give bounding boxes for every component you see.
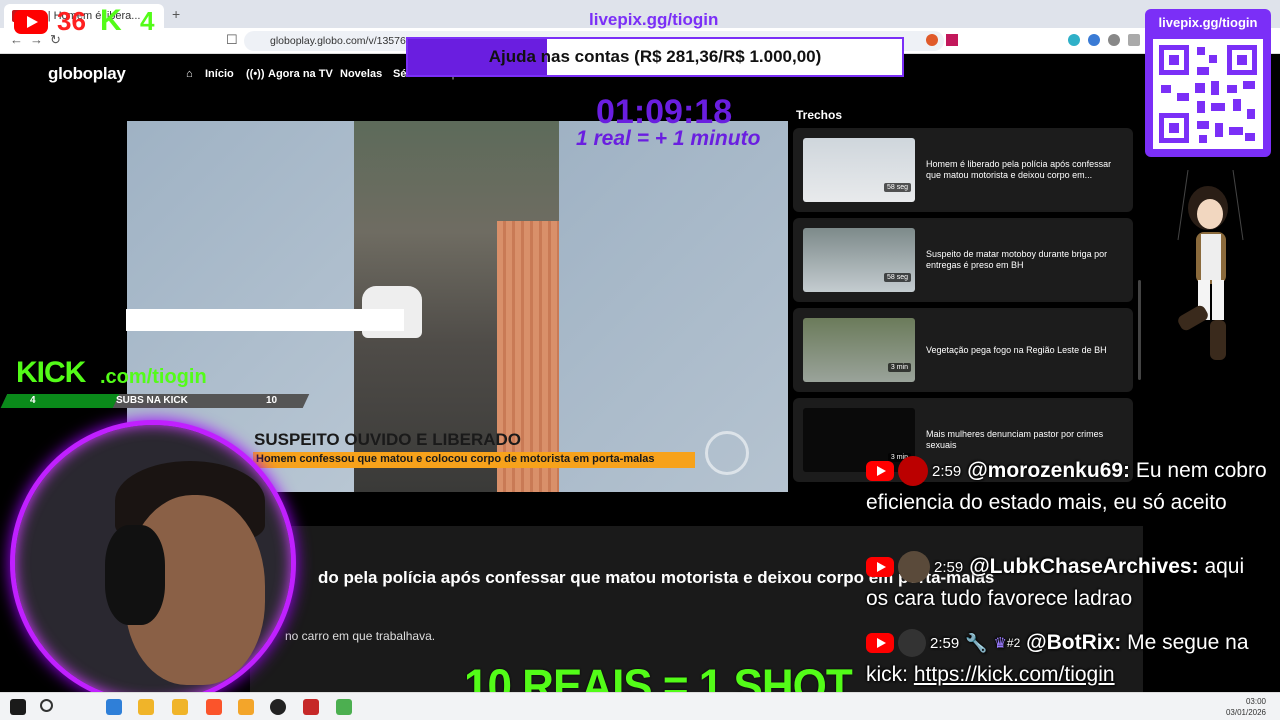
lower-third-title: SUSPEITO OUVIDO E LIBERADO — [254, 430, 522, 449]
subs-goal: 10 — [266, 395, 278, 406]
lower-third-bar — [126, 309, 404, 331]
windows-taskbar: 03:00 03/01/2026 — [0, 692, 1280, 720]
nav-inicio[interactable]: Início — [205, 68, 234, 80]
puzzle-icon[interactable] — [1108, 34, 1120, 46]
extension-2-icon[interactable] — [1088, 34, 1100, 46]
clock-time: 03:00 — [1245, 697, 1266, 706]
clip-card[interactable]: 58 seg Suspeito de matar motoboy durante… — [793, 218, 1133, 302]
donation-goal-text: Ajuda nas contas (R$ 281,36/R$ 1.000,00) — [488, 47, 822, 66]
clip-duration: 3 min — [887, 363, 911, 372]
windows-start-icon[interactable] — [10, 699, 26, 715]
home-icon[interactable]: ⌂ — [186, 68, 193, 80]
kick-viewer-count: 4 — [140, 6, 155, 36]
livepix-url-top: livepix.gg/tiogin — [589, 10, 719, 29]
timer-rule: 1 real = + 1 minuto — [576, 127, 761, 150]
clip-card[interactable]: 3 min Vegetação pega fogo na Região Lest… — [793, 308, 1133, 392]
folder-icon[interactable] — [138, 699, 154, 715]
system-clock[interactable]: 03:00 03/01/2026 — [1226, 696, 1266, 718]
brave-shield-icon[interactable] — [926, 34, 938, 46]
clip-thumbnail: 58 seg — [803, 228, 915, 292]
chat-username: @morozenku69: — [967, 459, 1131, 482]
description-text: no carro em que trabalhava. — [285, 629, 436, 643]
headset-icon — [105, 525, 165, 625]
clock-date: 03/01/2026 — [1225, 708, 1266, 717]
kick-channel-url: .com/tiogin — [100, 366, 207, 388]
youtube-icon — [866, 557, 894, 578]
youtube-icon — [866, 633, 894, 654]
wrench-icon: 🔧 — [965, 632, 988, 653]
qr-label: livepix.gg/tiogin — [1158, 15, 1258, 30]
subs-current: 4 — [30, 395, 36, 406]
chat-username: @LubkChaseArchives: — [969, 555, 1199, 578]
avatar — [898, 551, 930, 584]
bookmark-icon[interactable]: ☐ — [226, 32, 238, 48]
kick-logo: KICK — [16, 356, 86, 389]
donation-goal-bar: Ajuda nas contas (R$ 281,36/R$ 1.000,00) — [406, 37, 904, 77]
webcam-frame — [10, 420, 296, 706]
forward-icon[interactable]: → — [30, 32, 43, 47]
youtube-viewer-count: 36 — [57, 6, 86, 36]
clip-title: Vegetação pega fogo na Região Leste de B… — [926, 344, 1107, 355]
clip-title: Suspeito de matar motoboy durante briga … — [926, 249, 1108, 270]
brave-icon[interactable] — [206, 699, 222, 715]
chat-time: 2:59 — [932, 462, 962, 480]
avatar — [898, 456, 928, 487]
video-blur-right — [559, 121, 788, 492]
livepix-qr-panel: livepix.gg/tiogin — [1145, 9, 1271, 157]
anime-character-icon — [1177, 170, 1244, 360]
folder-icon[interactable] — [172, 699, 188, 715]
kick-subs-fill — [0, 394, 120, 408]
chat-link[interactable]: https://kick.com/tiogin — [914, 663, 1115, 686]
taskbar-app-icon[interactable] — [106, 699, 122, 715]
youtube-icon — [14, 10, 48, 34]
youtube-icon — [866, 461, 894, 482]
rank-badge: #2 — [1006, 635, 1021, 650]
kick-k-icon: K — [100, 4, 122, 37]
chat-time: 2:59 — [930, 634, 960, 652]
nav-agora-na-tv[interactable]: Agora na TV — [268, 68, 333, 80]
clip-thumbnail: 3 min — [803, 318, 915, 382]
chat-message: 2:59 @LubkChaseArchives: aqui os cara tud… — [866, 551, 1270, 614]
qr-code-icon — [1153, 39, 1263, 149]
subs-label: SUBS NA KICK — [116, 395, 188, 406]
live-icon[interactable]: ((•)) — [246, 68, 265, 80]
chat-message: 2:59 🔧 ♛#2 @BotRix: Me segue na kick: htt… — [866, 627, 1270, 690]
chat-message: 2:59 @morozenku69: Eu nem cobro eficienci… — [866, 455, 1270, 518]
trechos-heading: Trechos — [796, 108, 843, 122]
search-icon[interactable] — [40, 699, 53, 712]
taskbar-app-icon[interactable] — [336, 699, 352, 715]
obs-icon[interactable] — [270, 699, 286, 715]
clip-card[interactable]: 58 seg Homem é liberado pela polícia apó… — [793, 128, 1133, 212]
clip-title: Homem é liberado pela polícia após confe… — [926, 159, 1112, 180]
brave-rewards-icon[interactable] — [946, 34, 958, 46]
nav-novelas[interactable]: Novelas — [340, 68, 382, 80]
globoplay-logo[interactable]: globoplay — [48, 64, 126, 84]
lower-third-subtitle: Homem confessou que matou e colocou corp… — [256, 453, 655, 465]
bot-avatar — [898, 629, 926, 658]
clip-duration: 58 seg — [883, 273, 911, 282]
media-player-icon[interactable] — [238, 699, 254, 715]
sidebar-icon[interactable] — [1128, 34, 1140, 46]
taskbar-app-icon[interactable] — [303, 699, 319, 715]
chat-time: 2:59 — [934, 558, 964, 576]
clip-duration: 58 seg — [883, 183, 911, 192]
globo-watermark-icon — [705, 431, 749, 475]
chat-username: @BotRix: — [1026, 631, 1122, 654]
url-text: globoplay.globo.com/v/13576508 — [270, 35, 424, 47]
new-tab-icon[interactable]: + — [172, 6, 180, 22]
back-icon[interactable]: ← — [10, 32, 23, 47]
extension-icon[interactable] — [1068, 34, 1080, 46]
clip-thumbnail: 58 seg — [803, 138, 915, 202]
trechos-scrollbar[interactable] — [1138, 280, 1141, 380]
crown-badge-icon: ♛ — [993, 634, 1007, 652]
